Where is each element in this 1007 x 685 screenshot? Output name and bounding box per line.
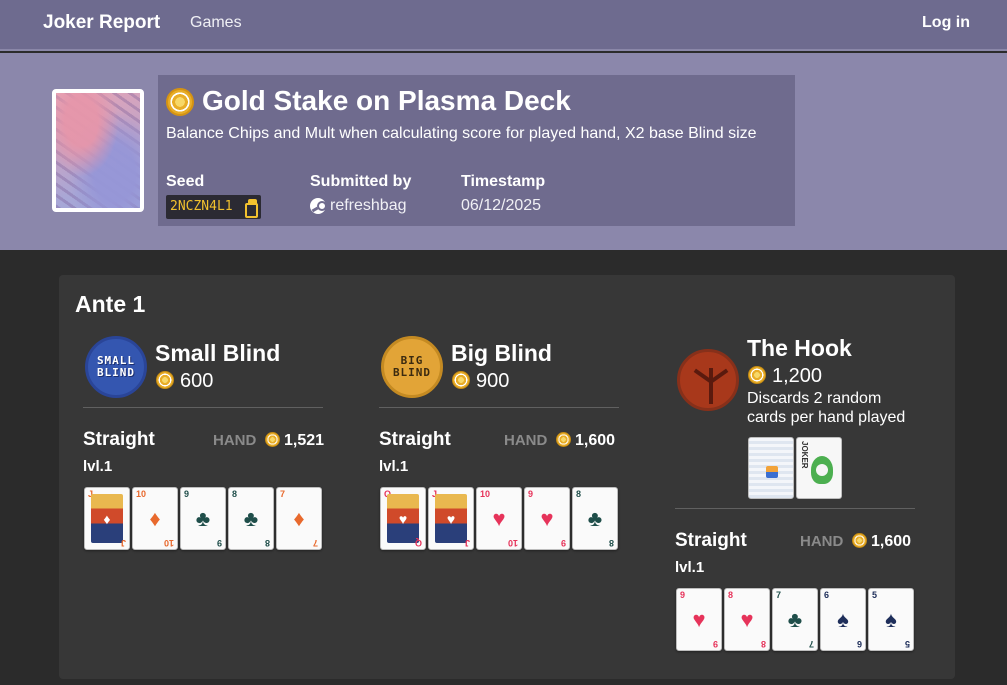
hand-level: lvl.1 <box>83 458 113 475</box>
hand-level: lvl.1 <box>675 559 705 576</box>
timestamp-label: Timestamp <box>461 173 546 190</box>
playing-card[interactable]: J♦J <box>84 487 130 550</box>
card-rank: 7 <box>808 639 814 649</box>
hand-name: Straight <box>675 530 747 551</box>
card-rank: Q <box>414 538 422 548</box>
playing-card[interactable]: 7 ♦ 7 <box>276 487 322 550</box>
playing-card[interactable]: Q♥Q <box>380 487 426 550</box>
hand-score: 1,600 <box>871 533 912 550</box>
big-blind-icon: BIG BLIND <box>381 336 443 398</box>
submitted-by-label: Submitted by <box>310 173 412 190</box>
playing-card[interactable]: 10 ♦ 10 <box>132 487 178 550</box>
playing-card[interactable]: 9 ♥ 9 <box>524 487 570 550</box>
hand-tag: HAND <box>504 432 548 449</box>
deck-description: Balance Chips and Mult when calculating … <box>166 125 757 142</box>
blind-name: Big Blind <box>451 340 552 366</box>
login-link[interactable]: Log in <box>922 14 970 32</box>
divider <box>83 407 323 408</box>
card-rank: 8 <box>760 639 766 649</box>
playing-card[interactable]: 8 ♣ 8 <box>228 487 274 550</box>
playing-card[interactable]: J♥J <box>428 487 474 550</box>
submitter-link[interactable]: refreshbag <box>330 197 407 215</box>
copy-icon[interactable] <box>245 199 258 218</box>
chip-icon <box>265 432 280 447</box>
card-rank: 8 <box>264 538 270 548</box>
card-rank: 7 <box>312 538 318 548</box>
brand-link[interactable]: Joker Report <box>43 12 160 34</box>
card-suit-icon: ♥ <box>387 494 419 543</box>
playing-card[interactable]: 9 ♥ 9 <box>676 588 722 651</box>
card-suit-icon: ♦ <box>91 494 123 543</box>
card-rank: J <box>464 538 470 548</box>
hand-name: Straight <box>83 429 155 450</box>
card-rank: 10 <box>163 538 174 548</box>
card-rank: J <box>120 538 126 548</box>
chip-icon <box>852 533 867 548</box>
card-rank: 9 <box>560 538 566 548</box>
joker-card[interactable] <box>748 437 794 499</box>
page-title: Gold Stake on Plasma Deck <box>202 85 571 116</box>
small-blind-icon: SMALL BLIND <box>85 336 147 398</box>
hand-tag: HAND <box>800 533 844 550</box>
seed-value[interactable]: 2NCZN4L1 <box>170 199 233 214</box>
blind-score: 1,200 <box>772 365 823 387</box>
blind-score: 900 <box>476 370 510 392</box>
joker-card[interactable]: JOKER <box>796 437 842 499</box>
playing-card[interactable]: 8 ♣ 8 <box>572 487 618 550</box>
timestamp-value: 06/12/2025 <box>461 197 542 214</box>
hook-glyph <box>709 368 713 404</box>
big-blind-icon-text: BLIND <box>392 366 432 379</box>
joker-label: JOKER <box>800 441 809 469</box>
card-rank: 10 <box>507 538 518 548</box>
the-hook-icon <box>677 349 739 411</box>
seed-label: Seed <box>166 173 205 190</box>
divider <box>379 407 619 408</box>
nav-games-link[interactable]: Games <box>190 14 242 32</box>
small-blind-icon-text: BLIND <box>96 366 136 379</box>
card-rank: 9 <box>216 538 222 548</box>
blind-name: Small Blind <box>155 340 281 366</box>
card-rank: 9 <box>712 639 718 649</box>
divider <box>675 508 915 509</box>
steam-icon <box>310 198 327 214</box>
hand-name: Straight <box>379 429 451 450</box>
hand-level: lvl.1 <box>379 458 409 475</box>
blind-name: The Hook <box>747 335 852 361</box>
playing-card[interactable]: 7 ♣ 7 <box>772 588 818 651</box>
boss-description: Discards 2 random cards per hand played <box>747 390 906 426</box>
card-suit-icon: ♥ <box>435 494 467 543</box>
chip-icon <box>452 371 470 389</box>
playing-card[interactable]: 10 ♥ 10 <box>476 487 522 550</box>
playing-card[interactable]: 5 ♠ 5 <box>868 588 914 651</box>
playing-card[interactable]: 9 ♣ 9 <box>180 487 226 550</box>
chip-icon <box>748 366 766 384</box>
joker-face-icon <box>811 456 833 484</box>
card-back-emblem <box>766 466 778 478</box>
hand-score: 1,600 <box>575 432 616 449</box>
ante-title: Ante 1 <box>75 291 146 317</box>
playing-card[interactable]: 6 ♠ 6 <box>820 588 866 651</box>
card-rank: 8 <box>608 538 614 548</box>
playing-card[interactable]: 8 ♥ 8 <box>724 588 770 651</box>
top-nav: Joker Report Games Log in <box>0 0 1007 51</box>
hand-score: 1,521 <box>284 432 325 449</box>
gold-stake-icon <box>166 88 194 116</box>
chip-icon <box>556 432 571 447</box>
chip-icon <box>156 371 174 389</box>
card-rank: 5 <box>904 639 910 649</box>
plasma-deck-image <box>52 89 144 212</box>
blind-score: 600 <box>180 370 214 392</box>
hand-tag: HAND <box>213 432 257 449</box>
card-rank: 6 <box>856 639 862 649</box>
